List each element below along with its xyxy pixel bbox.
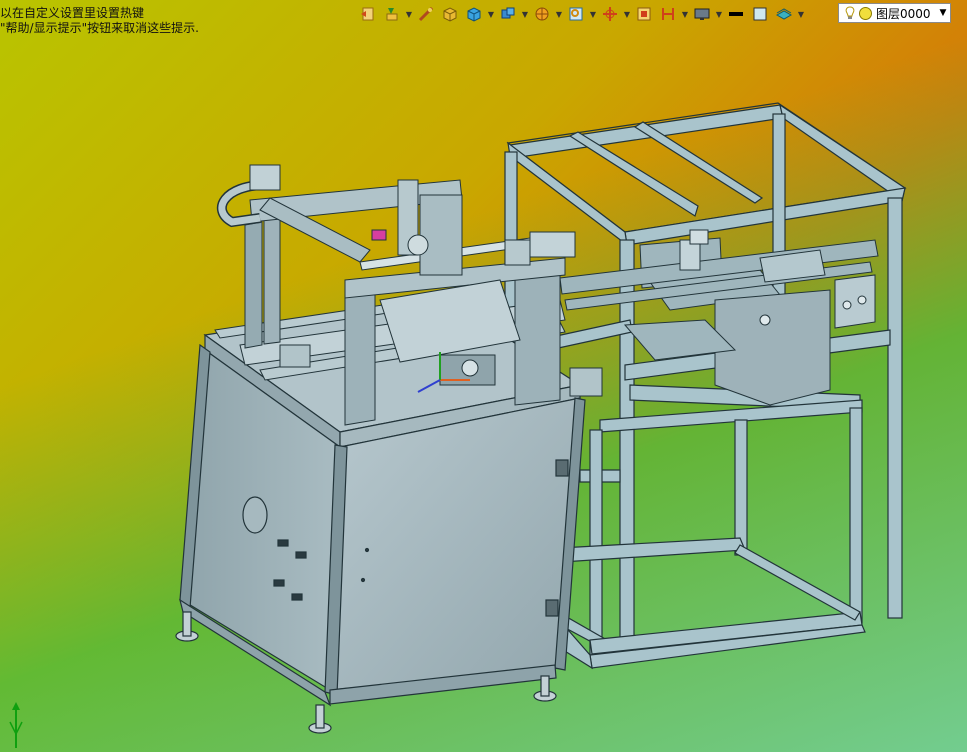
cad-model-viewport[interactable] [0, 0, 967, 752]
frame-linear-module [559, 229, 879, 406]
view-axis-triad-icon [9, 702, 23, 748]
